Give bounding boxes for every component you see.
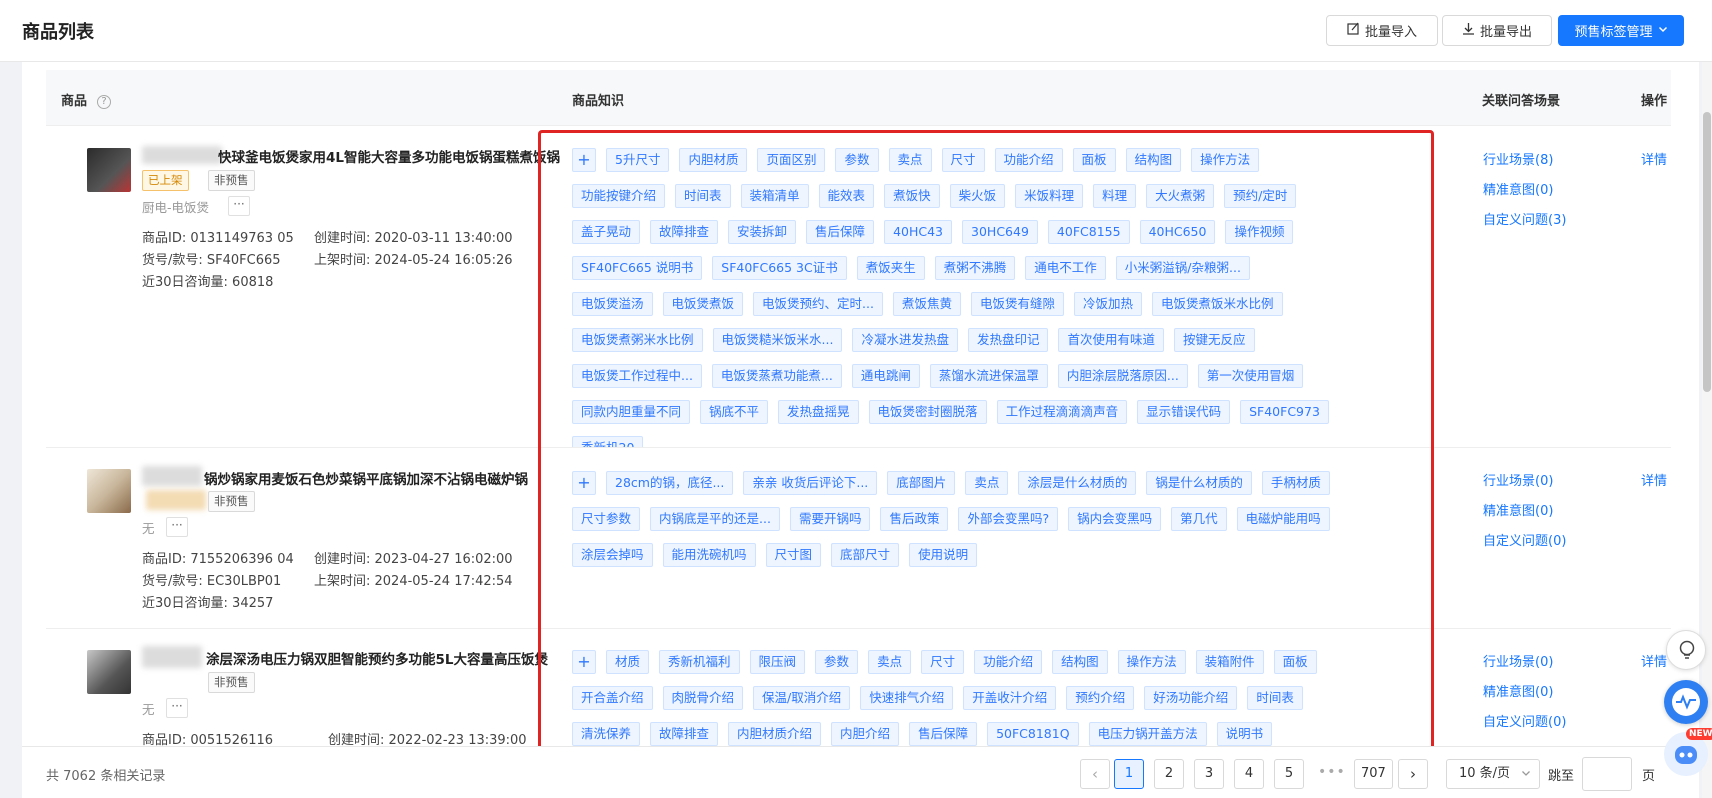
more-button[interactable]: ··· — [166, 517, 188, 537]
scrollbar-thumb[interactable] — [1703, 112, 1711, 392]
jump-page-input[interactable] — [1582, 757, 1632, 791]
page-header: 商品列表 批量导入 批量导出 预售标签管理 — [0, 0, 1712, 62]
more-button[interactable]: ··· — [166, 698, 188, 718]
listed-time: 上架时间: 2024-05-24 16:05:26 — [314, 253, 513, 268]
sku-code: 货号/款号: SF40FC665 — [142, 253, 281, 268]
lightbulb-icon[interactable] — [1666, 630, 1706, 670]
details-link[interactable]: 详情 — [1641, 149, 1667, 168]
product-name[interactable]: 涂层深汤电压力锅双胆智能预约多功能5L大容量高压饭煲 — [142, 648, 572, 668]
scene-intent-link[interactable]: 精准意图(0) — [1483, 179, 1553, 198]
col-header-knowledge: 商品知识 — [572, 94, 625, 109]
status-badge: 已上架 — [142, 170, 189, 191]
highlight-box — [538, 130, 1434, 754]
scene-industry-link[interactable]: 行业场景(8) — [1483, 149, 1553, 168]
col-header-scenes: 关联问答场景 — [1482, 94, 1561, 109]
scene-industry-link[interactable]: 行业场景(0) — [1483, 651, 1553, 670]
batch-export-button[interactable]: 批量导出 — [1442, 15, 1552, 46]
presale-tag-dropdown[interactable]: 预售标签管理 — [1558, 15, 1684, 46]
batch-import-button[interactable]: 批量导入 — [1326, 15, 1438, 46]
product-category: 厨电-电饭煲 — [142, 200, 210, 215]
sku-code: 货号/款号: EC30LBP01 — [142, 574, 282, 589]
more-button[interactable]: ··· — [228, 196, 250, 216]
created-time: 创建时间: 2022-02-23 13:39:00 — [328, 733, 527, 746]
presale-badge: 非预售 — [208, 672, 255, 693]
page-3[interactable]: 3 — [1194, 759, 1224, 789]
created-time: 创建时间: 2023-04-27 16:02:00 — [314, 552, 513, 567]
product-name[interactable]: 快球釜电饭煲家用4L智能大容量多功能电饭锅蛋糕煮饭锅 — [142, 146, 572, 166]
total-records: 共 7062 条相关记录 — [46, 769, 166, 784]
product-category: 无 — [142, 702, 155, 717]
details-link[interactable]: 详情 — [1641, 470, 1667, 489]
help-icon[interactable]: ? — [97, 94, 112, 109]
jump-label: 跳至 — [1548, 769, 1575, 784]
page-size-value: 10 条/页 — [1459, 766, 1511, 781]
scene-custom-link[interactable]: 自定义问题(0) — [1483, 530, 1566, 549]
next-page-button[interactable]: › — [1398, 759, 1428, 789]
page-2[interactable]: 2 — [1154, 759, 1184, 789]
page-4[interactable]: 4 — [1234, 759, 1264, 789]
presale-badge: 非预售 — [208, 170, 255, 191]
col-header-product: 商品? — [61, 90, 112, 109]
chevron-down-icon — [1521, 761, 1531, 789]
pagination-bar: 共 7062 条相关记录 ‹ 1 2 3 4 5 ••• 707 › 10 条/… — [22, 746, 1699, 798]
listed-time: 上架时间: 2024-05-24 17:42:54 — [314, 574, 513, 589]
page-unit-label: 页 — [1642, 769, 1656, 784]
page-5[interactable]: 5 — [1274, 759, 1304, 789]
page-1[interactable]: 1 — [1114, 759, 1144, 789]
product-id: 商品ID: 0051526116 — [142, 733, 274, 746]
presale-tag-label: 预售标签管理 — [1574, 25, 1653, 40]
product-id: 商品ID: 0131149763 05 — [142, 231, 294, 246]
batch-export-label: 批量导出 — [1479, 25, 1532, 40]
product-thumbnail[interactable] — [87, 148, 131, 192]
presale-badge: 非预售 — [208, 491, 255, 512]
table-header: 商品? 商品知识 关联问答场景 操作 — [46, 70, 1671, 126]
scene-intent-link[interactable]: 精准意图(0) — [1483, 500, 1553, 519]
consult-count: 近30日咨询量: 34257 — [142, 596, 274, 611]
robot-assistant-icon[interactable]: NEW — [1664, 728, 1712, 776]
page-title: 商品列表 — [22, 22, 94, 43]
product-thumbnail[interactable] — [87, 469, 131, 513]
scene-custom-link[interactable]: 自定义问题(3) — [1483, 209, 1566, 228]
consult-count: 近30日咨询量: 60818 — [142, 275, 274, 290]
scene-custom-link[interactable]: 自定义问题(0) — [1483, 711, 1566, 730]
pages-ellipsis[interactable]: ••• — [1318, 764, 1346, 780]
batch-import-label: 批量导入 — [1364, 25, 1417, 40]
product-id: 商品ID: 7155206396 04 — [142, 552, 294, 567]
activity-icon[interactable] — [1664, 680, 1708, 724]
product-name[interactable]: 锅炒锅家用麦饭石色炒菜锅平底锅加深不沾锅电磁炉锅 — [142, 468, 572, 488]
page-last[interactable]: 707 — [1354, 759, 1393, 789]
chevron-down-icon — [1658, 23, 1668, 38]
col-header-actions: 操作 — [1641, 94, 1668, 109]
scene-industry-link[interactable]: 行业场景(0) — [1483, 470, 1553, 489]
page-size-select[interactable]: 10 条/页 — [1446, 759, 1540, 789]
new-badge: NEW — [1686, 728, 1712, 740]
product-category: 无 — [142, 521, 155, 536]
download-icon — [1462, 22, 1475, 39]
created-time: 创建时间: 2020-03-11 13:40:00 — [314, 231, 513, 246]
product-thumbnail[interactable] — [87, 650, 131, 694]
details-link[interactable]: 详情 — [1641, 651, 1667, 670]
import-icon — [1347, 22, 1360, 39]
scene-intent-link[interactable]: 精准意图(0) — [1483, 681, 1553, 700]
prev-page-button[interactable]: ‹ — [1080, 759, 1110, 789]
